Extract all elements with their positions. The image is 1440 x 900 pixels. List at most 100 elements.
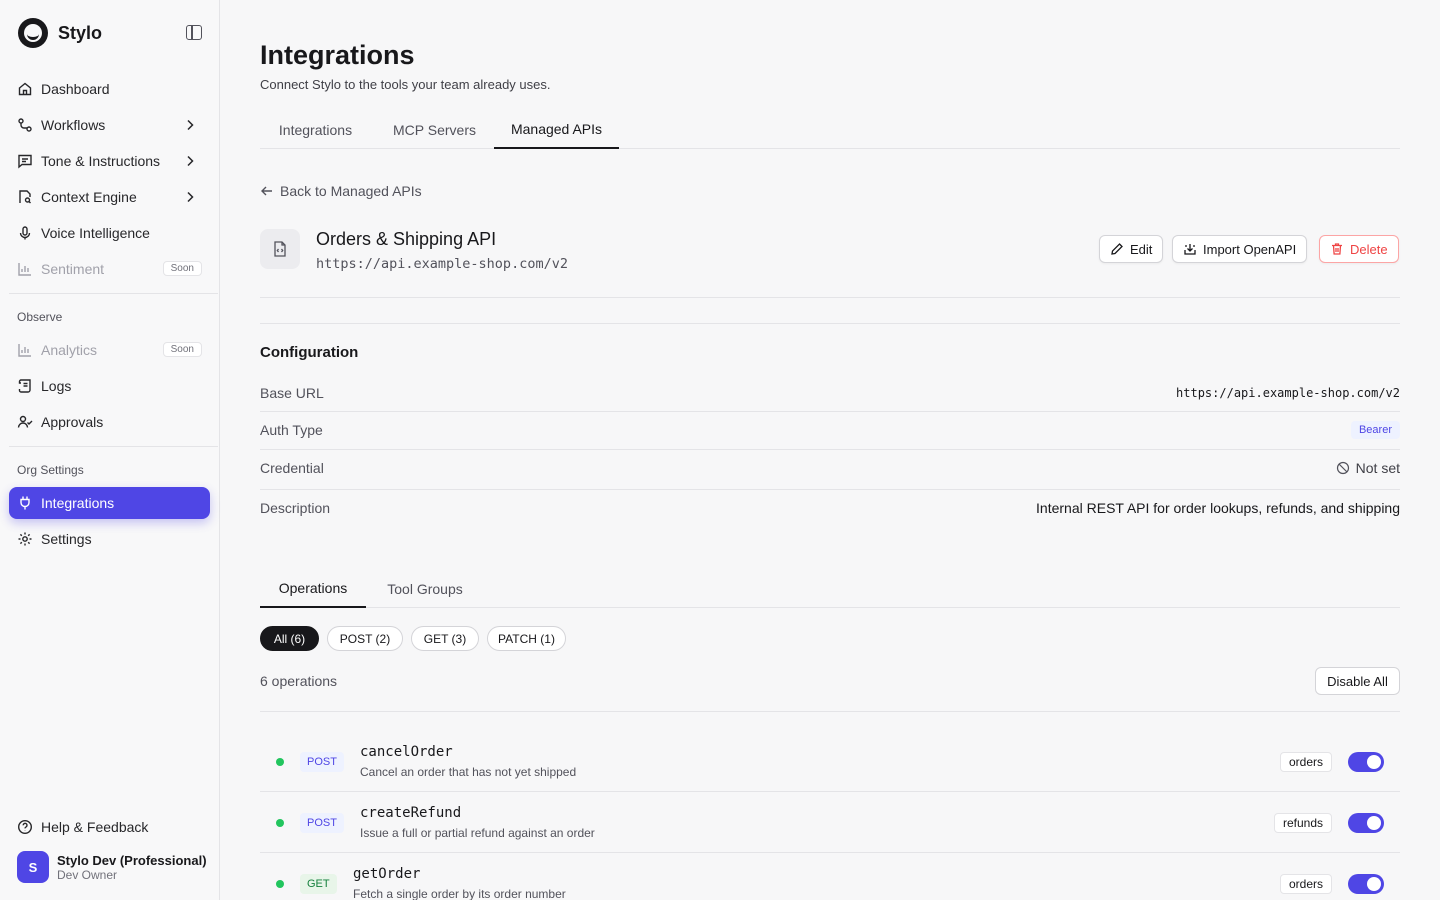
operation-description: Cancel an order that has not yet shipped — [360, 765, 577, 779]
user-menu[interactable]: S Stylo Dev (Professional) Dev Owner — [17, 851, 207, 883]
tool-group-tag: orders — [1279, 752, 1332, 772]
config-value: https://api.example-shop.com/v2 — [1176, 386, 1400, 400]
config-row-description: Description Internal REST API for order … — [260, 500, 1400, 522]
help-feedback-button[interactable]: Help & Feedback — [9, 811, 210, 843]
config-label: Credential — [260, 460, 324, 476]
sidebar-item-settings[interactable]: Settings — [9, 523, 210, 555]
bar-chart-icon — [17, 342, 33, 358]
soon-badge: Soon — [162, 261, 202, 276]
method-badge: GET — [300, 874, 337, 894]
auth-type-badge: Bearer — [1350, 421, 1400, 439]
divider — [260, 323, 1400, 324]
operation-toggle[interactable] — [1348, 752, 1384, 772]
sidebar-item-label: Tone & Instructions — [41, 153, 161, 169]
tab-mcp-servers[interactable]: MCP Servers — [375, 111, 494, 149]
config-label: Base URL — [260, 385, 324, 401]
tab-managed-apis[interactable]: Managed APIs — [494, 111, 619, 149]
status-dot — [276, 758, 284, 766]
filter-all[interactable]: All (6) — [260, 626, 319, 651]
api-url: https://api.example-shop.com/v2 — [316, 256, 568, 272]
section-label-observe: Observe — [17, 310, 63, 324]
operation-toggle[interactable] — [1348, 874, 1384, 894]
filter-get[interactable]: GET (3) — [411, 626, 479, 651]
divider — [260, 297, 1400, 298]
sidebar-item-approvals[interactable]: Approvals — [9, 406, 210, 438]
soon-badge: Soon — [162, 342, 202, 357]
filter-patch[interactable]: PATCH (1) — [487, 626, 566, 651]
sidebar-divider — [9, 446, 218, 447]
tab-tool-groups[interactable]: Tool Groups — [370, 570, 480, 608]
back-link[interactable]: Back to Managed APIs — [260, 183, 422, 199]
operation-toggle[interactable] — [1348, 813, 1384, 833]
credential-value: Not set — [1355, 460, 1400, 476]
chevron-right-icon — [187, 155, 194, 167]
edit-button-label: Edit — [1130, 241, 1153, 257]
scroll-icon — [17, 378, 33, 394]
sidebar-item-label: Voice Intelligence — [41, 225, 150, 241]
sidebar-item-analytics: Analytics Soon — [9, 334, 210, 366]
operations-tabs: Operations Tool Groups — [260, 570, 1400, 608]
microphone-icon — [17, 225, 33, 241]
sidebar: Stylo Dashboard Workflows Tone & Instruc… — [0, 0, 220, 900]
bar-chart-icon — [17, 261, 33, 277]
config-label: Description — [260, 500, 331, 516]
edit-button[interactable]: Edit — [1099, 235, 1164, 263]
operations-count: 6 operations — [260, 673, 338, 689]
config-label: Auth Type — [260, 422, 323, 438]
download-icon — [1184, 244, 1196, 255]
sidebar-divider — [9, 293, 218, 294]
tool-group-tag: orders — [1279, 874, 1332, 894]
operation-row[interactable]: POST createRefund Issue a full or partia… — [260, 792, 1400, 853]
filter-post[interactable]: POST (2) — [327, 626, 403, 651]
plug-icon — [17, 495, 33, 511]
config-row-credential: Credential Not set — [260, 460, 1400, 490]
no-key-icon — [1336, 461, 1349, 475]
chevron-right-icon — [187, 191, 194, 203]
sidebar-item-label: Context Engine — [41, 189, 137, 205]
operation-name: createRefund — [360, 805, 462, 821]
delete-button-label: Delete — [1350, 241, 1388, 257]
sidebar-toggle-icon[interactable] — [186, 25, 202, 40]
operation-row[interactable]: POST cancelOrder Cancel an order that ha… — [260, 731, 1400, 792]
sidebar-item-label: Sentiment — [41, 261, 105, 277]
import-openapi-button[interactable]: Import OpenAPI — [1172, 235, 1308, 263]
tab-integrations[interactable]: Integrations — [260, 111, 371, 149]
brand[interactable]: Stylo — [18, 18, 102, 48]
file-search-icon — [17, 189, 33, 205]
user-check-icon — [17, 414, 33, 430]
tab-operations[interactable]: Operations — [260, 570, 366, 608]
configuration-title: Configuration — [260, 344, 359, 361]
back-link-label: Back to Managed APIs — [280, 183, 422, 199]
avatar: S — [17, 851, 49, 883]
sidebar-item-voice-intelligence[interactable]: Voice Intelligence — [9, 217, 210, 249]
sidebar-item-logs[interactable]: Logs — [9, 370, 210, 402]
sidebar-item-workflows[interactable]: Workflows — [9, 109, 210, 141]
config-row-base-url: Base URL https://api.example-shop.com/v2 — [260, 385, 1400, 412]
home-icon — [17, 81, 33, 97]
sidebar-item-context-engine[interactable]: Context Engine — [9, 181, 210, 213]
sidebar-item-integrations[interactable]: Integrations — [9, 487, 210, 519]
help-circle-icon — [17, 819, 33, 835]
sidebar-item-dashboard[interactable]: Dashboard — [9, 73, 210, 105]
status-dot — [276, 819, 284, 827]
gear-icon — [17, 531, 33, 547]
user-role: Dev Owner — [57, 867, 118, 882]
brand-name: Stylo — [58, 22, 103, 43]
operation-description: Fetch a single order by its order number — [353, 887, 566, 900]
sidebar-item-sentiment: Sentiment Soon — [9, 253, 210, 285]
sidebar-item-label: Approvals — [41, 414, 104, 430]
disable-all-button[interactable]: Disable All — [1315, 667, 1400, 695]
sidebar-item-tone[interactable]: Tone & Instructions — [9, 145, 210, 177]
divider — [260, 711, 1400, 712]
arrow-left-icon — [261, 186, 272, 196]
page-title: Integrations — [260, 40, 415, 70]
status-dot — [276, 880, 284, 888]
trash-icon — [1332, 243, 1342, 255]
config-row-auth-type: Auth Type Bearer — [260, 421, 1400, 450]
api-name: Orders & Shipping API — [316, 229, 497, 249]
stylo-logo-icon — [18, 18, 48, 48]
operation-row[interactable]: GET getOrder Fetch a single order by its… — [260, 853, 1400, 900]
operation-name: cancelOrder — [360, 744, 453, 760]
delete-button[interactable]: Delete — [1319, 235, 1399, 263]
sidebar-item-label: Help & Feedback — [41, 819, 149, 835]
